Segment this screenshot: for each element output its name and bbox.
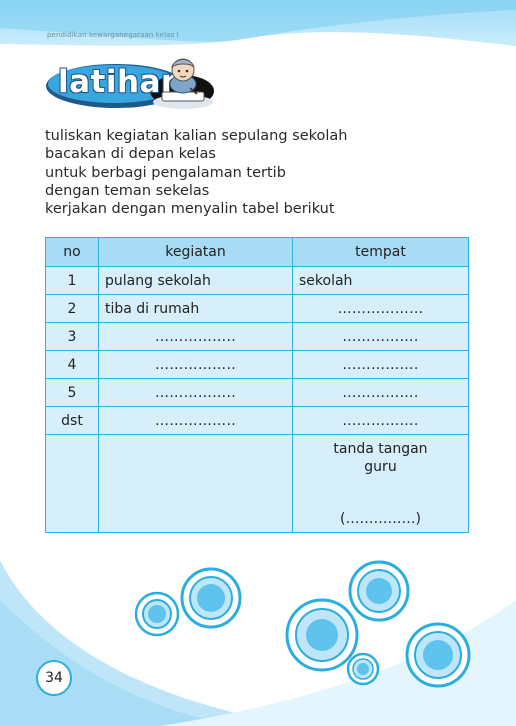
signature-label-line: guru bbox=[364, 459, 397, 475]
cell-no: 5 bbox=[45, 378, 99, 407]
cell-no: 1 bbox=[45, 266, 99, 295]
signature-row: tanda tangan guru (……………) bbox=[45, 434, 469, 533]
instruction-line: dengan teman sekelas bbox=[45, 182, 210, 199]
cell-kegiatan: tiba di rumah bbox=[98, 294, 293, 323]
instruction-line: bacakan di depan kelas bbox=[45, 146, 216, 163]
cell-no: 4 bbox=[45, 350, 99, 379]
table-row: 1 pulang sekolah sekolah bbox=[45, 266, 469, 295]
table-row: 5 …………….. ……………. bbox=[45, 378, 469, 407]
cell-tempat: ……………. bbox=[292, 378, 469, 407]
cell-no: dst bbox=[45, 406, 99, 435]
page-number: 34 bbox=[36, 660, 72, 696]
empty-cell bbox=[98, 434, 293, 533]
signature-label: tanda tangan guru bbox=[299, 435, 462, 476]
instruction-line: untuk berbagi pengalaman tertib bbox=[45, 164, 286, 181]
table-row: 4 …………….. ……………. bbox=[45, 350, 469, 379]
signature-placeholder: (……………) bbox=[340, 511, 421, 527]
cell-tempat: sekolah bbox=[292, 266, 469, 295]
column-header-kegiatan: kegiatan bbox=[98, 237, 293, 267]
signature-label-line: tanda tangan bbox=[333, 441, 428, 457]
empty-cell bbox=[45, 434, 99, 533]
cell-kegiatan: …………….. bbox=[98, 322, 293, 351]
column-header-no: no bbox=[45, 237, 99, 267]
cell-kegiatan: …………….. bbox=[98, 406, 293, 435]
student-writing-icon bbox=[153, 58, 213, 109]
table-row: dst …………….. ……………. bbox=[45, 406, 469, 435]
activity-table: no kegiatan tempat 1 pulang sekolah seko… bbox=[45, 237, 469, 533]
running-header: pendidikan kewarganegaraan kelas I bbox=[47, 31, 179, 39]
cell-tempat: ……………… bbox=[292, 294, 469, 323]
instruction-line: kerjakan dengan menyalin tabel berikut bbox=[45, 201, 335, 218]
decorative-circles bbox=[134, 560, 471, 688]
cell-kegiatan: pulang sekolah bbox=[98, 266, 293, 295]
table-header-row: no kegiatan tempat bbox=[45, 237, 469, 267]
column-header-tempat: tempat bbox=[292, 237, 469, 267]
instructions: tuliskan kegiatan kalian sepulang sekola… bbox=[45, 127, 348, 218]
table-row: 2 tiba di rumah ……………… bbox=[45, 294, 469, 323]
cell-no: 3 bbox=[45, 322, 99, 351]
table-row: 3 …………….. ……………. bbox=[45, 322, 469, 351]
cell-no: 2 bbox=[45, 294, 99, 323]
cell-tempat: ……………. bbox=[292, 350, 469, 379]
cell-kegiatan: …………….. bbox=[98, 378, 293, 407]
signature-cell: tanda tangan guru (……………) bbox=[292, 434, 469, 533]
instruction-line: tuliskan kegiatan kalian sepulang sekola… bbox=[45, 128, 348, 144]
cell-kegiatan: …………….. bbox=[98, 350, 293, 379]
cell-tempat: ……………. bbox=[292, 322, 469, 351]
cell-tempat: ……………. bbox=[292, 406, 469, 435]
